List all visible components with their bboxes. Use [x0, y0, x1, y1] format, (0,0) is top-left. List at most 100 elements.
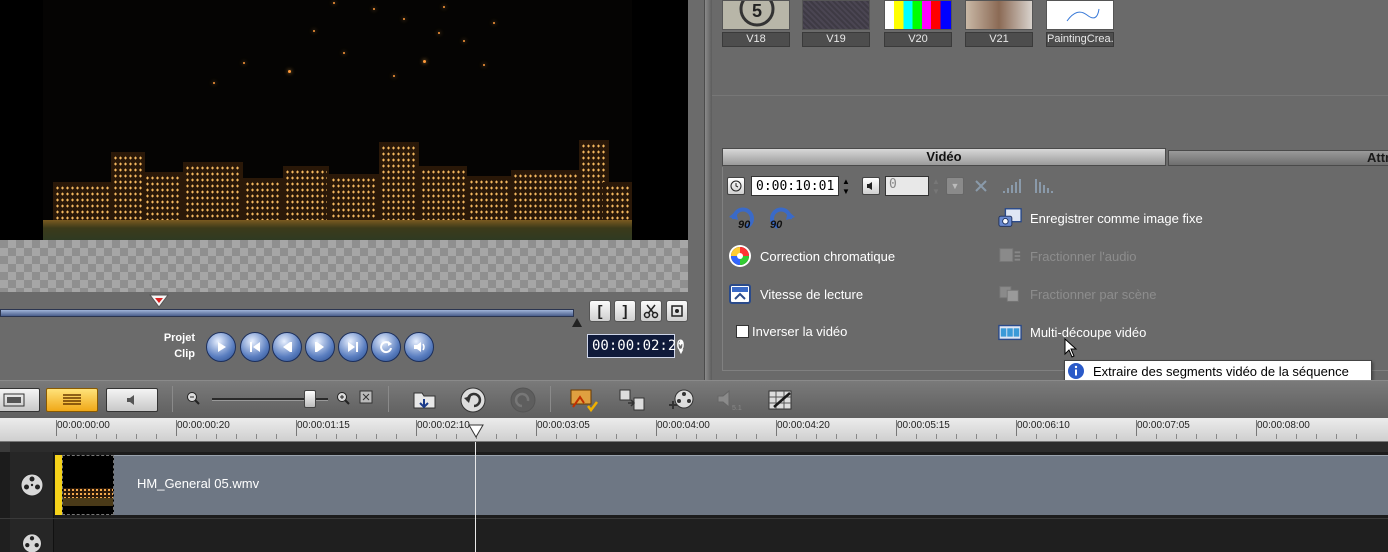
ruler-tick-label: 00:00:07:05 [1137, 420, 1190, 431]
reverse-video-option[interactable]: Inverser la vidéo [736, 324, 847, 339]
color-wheel-icon [728, 244, 752, 268]
spin-down-icon[interactable]: ▼ [840, 186, 852, 196]
zoom-slider-thumb[interactable] [304, 390, 316, 408]
ruler-minor-tick [76, 434, 77, 439]
overlay-track-header[interactable] [10, 519, 54, 552]
ruler-minor-tick [276, 434, 277, 439]
spin-up-icon[interactable]: ▲ [930, 176, 942, 186]
ruler-minor-tick [636, 434, 637, 439]
undo-button[interactable] [458, 386, 488, 414]
reverse-video-checkbox[interactable] [736, 325, 749, 338]
cut-clip-button[interactable] [640, 300, 662, 322]
go-to-start-button[interactable] [240, 332, 270, 362]
rotate-right-degrees: 90 [770, 219, 783, 231]
scrubber-position-marker[interactable] [149, 294, 169, 308]
ruler-minor-tick [376, 434, 377, 439]
spin-down-icon[interactable]: ▼ [930, 186, 942, 196]
film-reel-icon [21, 533, 42, 552]
library-item-v19[interactable]: V19 [802, 0, 870, 48]
playhead-marker[interactable] [468, 424, 484, 438]
film-reel-add-icon [669, 389, 694, 409]
enlarge-preview-button[interactable] [666, 300, 688, 322]
ruler-minor-tick [256, 434, 257, 439]
playhead-line[interactable] [475, 442, 476, 552]
clip-volume-field[interactable]: 0 [885, 176, 929, 196]
fade-in-icon[interactable] [1002, 177, 1024, 195]
tab-attributes[interactable]: Attr [1168, 150, 1388, 166]
rotate-right-button[interactable]: 90 [766, 205, 796, 233]
library-item-v21[interactable]: V21 [965, 0, 1033, 48]
ruler-tick-label: 00:00:04:20 [777, 420, 830, 431]
library-panel: 5 V18 V19 V20 V21 PaintingCrea... [712, 0, 1388, 96]
ruler-tick-label: 00:00:04:00 [657, 420, 710, 431]
insert-media-button[interactable] [410, 386, 440, 414]
timeline-view-button[interactable] [46, 388, 98, 412]
spin-up-icon[interactable]: ▲ [840, 176, 852, 186]
ruler-tick-label: 00:00:02:10 [417, 420, 470, 431]
mute-audio-icon[interactable] [972, 177, 990, 195]
previous-frame-button[interactable] [272, 332, 302, 362]
library-item-paintingcreator[interactable]: PaintingCrea... [1046, 0, 1114, 48]
rotate-left-button[interactable]: 90 [728, 205, 758, 233]
video-track-header[interactable] [10, 452, 54, 518]
mode-project-label[interactable]: Projet [135, 332, 195, 344]
repeat-icon [380, 341, 392, 354]
fit-to-window-icon[interactable] [359, 390, 373, 404]
audio-view-button[interactable] [106, 388, 158, 412]
info-icon [1068, 363, 1084, 379]
duration-field[interactable]: 0:00:10:01 [751, 176, 839, 196]
volume-spinner[interactable]: ▲ ▼ [930, 176, 942, 196]
volume-button[interactable] [404, 332, 434, 362]
surround-sound-icon: 5.1 [717, 389, 742, 412]
smart-proxy-button[interactable] [568, 386, 598, 414]
spin-up-icon[interactable]: ▲ [675, 336, 687, 346]
zoom-out-icon[interactable] [186, 391, 200, 405]
ruler-minor-tick [616, 434, 617, 439]
color-correction-option[interactable]: Correction chromatique [728, 244, 895, 268]
mark-out-button[interactable]: ] [614, 300, 636, 322]
smart-proxy-icon [570, 389, 598, 413]
spin-down-icon[interactable]: ▼ [675, 346, 687, 356]
duration-spinner[interactable]: ▲ ▼ [840, 176, 852, 196]
batch-convert-button[interactable] [618, 386, 648, 414]
zoom-in-icon[interactable] [336, 391, 350, 405]
storyboard-view-button[interactable] [0, 388, 40, 412]
tooltip-text: Extraire des segments vidéo de la séquen… [1093, 363, 1349, 379]
svg-text:5.1: 5.1 [732, 405, 742, 412]
tab-video[interactable]: Vidéo [722, 148, 1166, 166]
trim-end-marker[interactable] [572, 318, 582, 327]
go-to-end-button[interactable] [338, 332, 368, 362]
ruler-minor-tick [1196, 434, 1197, 439]
ruler-tick-label: 00:00:05:15 [897, 420, 950, 431]
ruler-minor-tick [716, 434, 717, 439]
mark-in-button[interactable]: [ [589, 300, 611, 322]
clip-selection-edge[interactable] [55, 455, 62, 515]
panel-divider[interactable] [704, 0, 712, 380]
preview-scrubber-track[interactable] [0, 309, 574, 317]
library-item-v20[interactable]: V20 [884, 0, 952, 48]
add-track-button[interactable] [666, 386, 696, 414]
library-item-v18[interactable]: 5 V18 [722, 0, 790, 48]
play-button[interactable] [206, 332, 236, 362]
ruler-minor-tick [136, 434, 137, 439]
folder-insert-icon [413, 392, 436, 409]
redo-button [508, 386, 538, 414]
ruler-minor-tick [976, 434, 977, 439]
volume-dropdown-icon[interactable]: ▼ [946, 177, 964, 195]
ruler-minor-tick [356, 434, 357, 439]
storyboard-icon [3, 393, 25, 407]
fade-out-icon[interactable] [1034, 177, 1056, 195]
repeat-button[interactable] [371, 332, 401, 362]
auto-music-button[interactable] [766, 386, 796, 414]
next-frame-button[interactable] [305, 332, 335, 362]
mark-in-label: [ [597, 302, 603, 320]
ruler-minor-tick [496, 434, 497, 439]
preview-timecode-spinner[interactable]: ▲ ▼ [675, 336, 687, 356]
save-as-still-option[interactable]: Enregistrer comme image fixe [998, 206, 1203, 230]
ruler-minor-tick [736, 434, 737, 439]
ruler-minor-tick [676, 434, 677, 439]
preview-timecode-field[interactable]: 00:00:02:20 [587, 334, 685, 358]
playback-speed-option[interactable]: Vitesse de lecture [728, 282, 863, 306]
mode-clip-label[interactable]: Clip [135, 348, 195, 360]
ruler-minor-tick [316, 434, 317, 439]
